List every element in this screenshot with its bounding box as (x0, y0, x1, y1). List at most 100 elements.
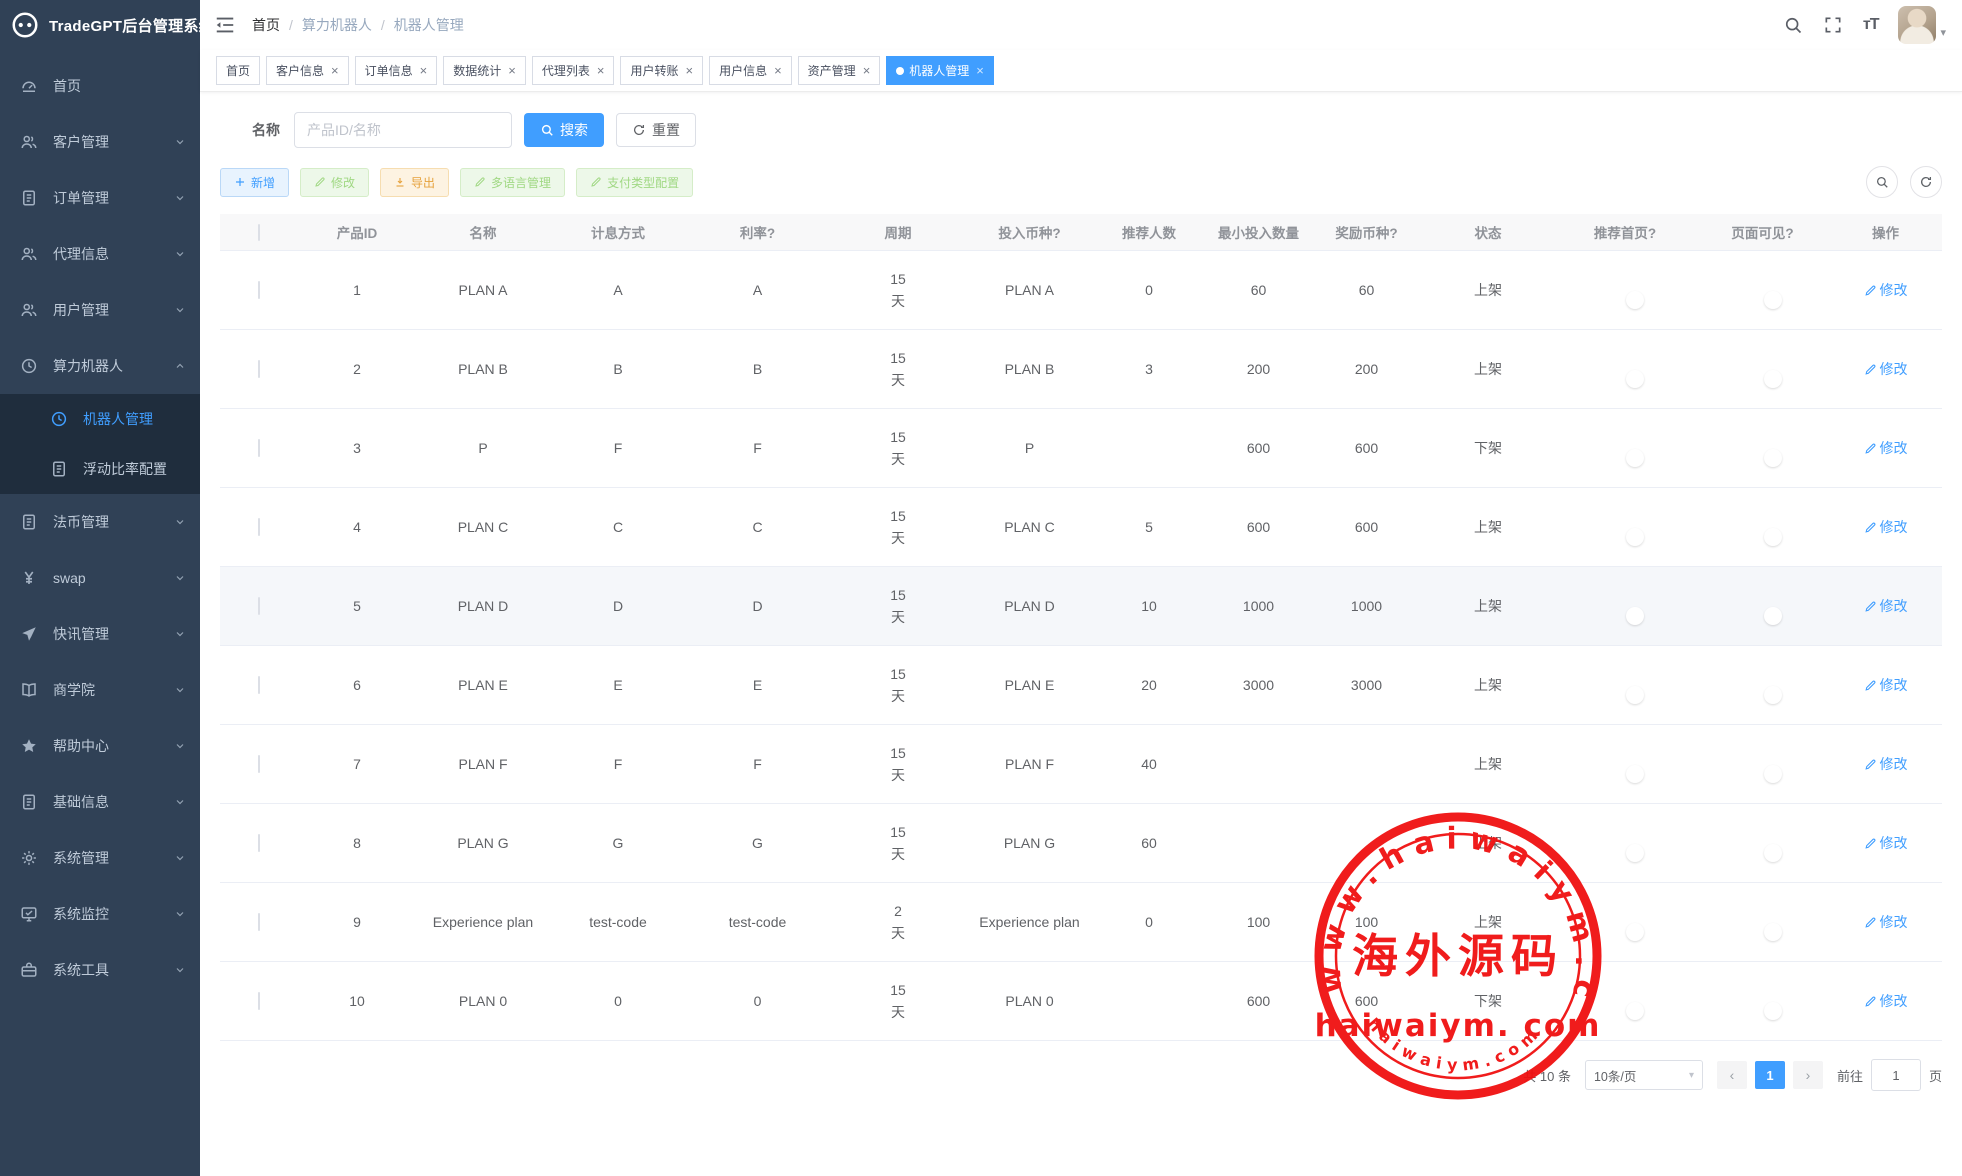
close-icon[interactable]: × (420, 64, 428, 77)
fullscreen-icon[interactable] (1823, 15, 1843, 35)
page-number-button[interactable]: 1 (1755, 1061, 1785, 1089)
sidebar-item-customer[interactable]: 客户管理 (0, 114, 200, 170)
sidebar-item-baseinfo[interactable]: 基础信息 (0, 774, 200, 830)
sidebar-item-system[interactable]: 系统管理 (0, 830, 200, 886)
tab-user-transfer[interactable]: 用户转账× (620, 56, 703, 85)
row-checkbox[interactable] (258, 597, 260, 615)
row-edit-link[interactable]: 修改 (1864, 517, 1908, 537)
row-edit-link[interactable]: 修改 (1864, 912, 1908, 932)
row-edit-link[interactable]: 修改 (1864, 833, 1908, 853)
edit-button[interactable]: 修改 (300, 168, 369, 197)
tab-asset-manage[interactable]: 资产管理× (798, 56, 881, 85)
tab-home[interactable]: 首页 (216, 56, 260, 85)
font-size-icon[interactable]: ᴛT (1863, 16, 1879, 34)
row-edit-link[interactable]: 修改 (1864, 438, 1908, 458)
tab-user-info[interactable]: 用户信息× (709, 56, 792, 85)
sidebar-item-agent[interactable]: 代理信息 (0, 226, 200, 282)
cell-min-invest: 60 (1206, 251, 1311, 330)
row-checkbox[interactable] (258, 518, 260, 536)
sidebar-item-user[interactable]: 用户管理 (0, 282, 200, 338)
next-page-button[interactable]: › (1793, 1061, 1823, 1089)
row-checkbox[interactable] (258, 834, 260, 852)
tab-robot-manage[interactable]: 机器人管理× (886, 56, 994, 85)
column-status: 状态 (1422, 214, 1554, 251)
sidebar-item-label: 客户管理 (53, 132, 174, 152)
tab-agent-list[interactable]: 代理列表 × (532, 56, 615, 85)
search-button[interactable]: 搜索 (524, 113, 604, 147)
sidebar-item-news[interactable]: 快讯管理 (0, 606, 200, 662)
row-edit-link[interactable]: 修改 (1864, 991, 1908, 1011)
tab-order-info[interactable]: 订单信息× (355, 56, 438, 85)
row-checkbox[interactable] (258, 360, 260, 378)
page-size-select[interactable]: 10条/页 ▾ (1585, 1060, 1703, 1090)
goto-page: 前往 页 (1837, 1059, 1942, 1091)
row-checkbox[interactable] (258, 439, 260, 457)
sidebar-item-fiat[interactable]: 法币管理 (0, 494, 200, 550)
sidebar-item-robot-manage[interactable]: 机器人管理 (0, 394, 200, 444)
doc-icon (20, 513, 38, 531)
row-checkbox[interactable] (258, 281, 260, 299)
book-icon (20, 681, 38, 699)
row-edit-link[interactable]: 修改 (1864, 280, 1908, 300)
sidebar-item-school[interactable]: 商学院 (0, 662, 200, 718)
sidebar-item-order[interactable]: 订单管理 (0, 170, 200, 226)
table-search-icon[interactable] (1866, 166, 1898, 198)
prev-page-button[interactable]: ‹ (1717, 1061, 1747, 1089)
sidebar-item-sysmon[interactable]: 系统监控 (0, 886, 200, 942)
sidebar-item-systool[interactable]: 系统工具 (0, 942, 200, 998)
close-icon[interactable]: × (685, 64, 693, 77)
sidebar-item-label: 法币管理 (53, 512, 174, 532)
sidebar-submenu-robot: 机器人管理浮动比率配置 (0, 394, 200, 494)
row-edit-label: 修改 (1880, 280, 1908, 300)
reset-button[interactable]: 重置 (616, 113, 696, 147)
goto-page-input[interactable] (1871, 1059, 1921, 1091)
search-input[interactable] (294, 112, 512, 148)
user-menu[interactable]: ▾ (1898, 6, 1946, 44)
close-icon[interactable]: × (863, 64, 871, 77)
close-icon[interactable]: × (331, 64, 339, 77)
select-all-checkbox[interactable] (258, 224, 260, 241)
row-edit-link[interactable]: 修改 (1864, 359, 1908, 379)
row-edit-link[interactable]: 修改 (1864, 675, 1908, 695)
chevron-down-icon (174, 908, 186, 920)
table-row: 7PLAN FFF15天PLAN F40上架修改 (220, 725, 1942, 804)
tab-customer-info[interactable]: 客户信息× (266, 56, 349, 85)
close-icon[interactable]: × (597, 64, 605, 77)
pay-type-config-button[interactable]: 支付类型配置 (576, 168, 693, 197)
close-icon[interactable]: × (508, 64, 516, 77)
tab-label: 数据统计 (453, 62, 501, 79)
close-icon[interactable]: × (774, 64, 782, 77)
search-icon[interactable] (1783, 15, 1803, 35)
table-refresh-icon[interactable] (1910, 166, 1942, 198)
row-checkbox[interactable] (258, 992, 260, 1010)
chevron-down-icon (174, 304, 186, 316)
sidebar-item-help[interactable]: 帮助中心 (0, 718, 200, 774)
sidebar-item-robot[interactable]: 算力机器人 (0, 338, 200, 394)
active-dot (896, 67, 904, 75)
cell-referrals: 40 (1092, 725, 1206, 804)
export-button[interactable]: 导出 (380, 168, 449, 197)
chevron-down-icon (174, 572, 186, 584)
row-checkbox[interactable] (258, 676, 260, 694)
cell-status: 上架 (1422, 804, 1554, 883)
row-checkbox[interactable] (258, 913, 260, 931)
add-button[interactable]: 新增 (220, 168, 289, 197)
pencil-icon (590, 176, 602, 188)
row-edit-link[interactable]: 修改 (1864, 754, 1908, 774)
tab-label: 代理列表 (542, 62, 590, 79)
sidebar-item-swap[interactable]: swap (0, 550, 200, 606)
sidebar-item-home[interactable]: 首页 (0, 58, 200, 114)
breadcrumb-item[interactable]: 首页 (252, 15, 280, 35)
sidebar-item-float-rate[interactable]: 浮动比率配置 (0, 444, 200, 494)
row-edit-link[interactable]: 修改 (1864, 596, 1908, 616)
user-avatar[interactable] (1898, 6, 1936, 44)
cell-interest-method: E (550, 646, 686, 725)
chevron-down-icon (174, 964, 186, 976)
cell-name: PLAN D (416, 567, 550, 646)
i18n-manage-button[interactable]: 多语言管理 (460, 168, 565, 197)
row-checkbox[interactable] (258, 755, 260, 773)
sidebar-item-label: 首页 (53, 76, 186, 96)
close-icon[interactable]: × (976, 64, 984, 77)
tab-data-stats[interactable]: 数据统计 × (443, 56, 526, 85)
sidebar-collapse-icon[interactable] (214, 14, 236, 36)
